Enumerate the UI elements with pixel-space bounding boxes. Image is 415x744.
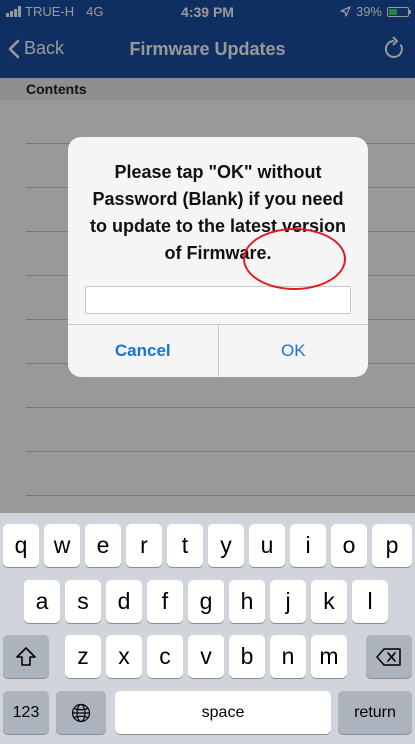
key-k[interactable]: k [311,580,347,623]
key-i[interactable]: i [290,524,326,567]
key-b[interactable]: b [229,635,265,678]
key-o[interactable]: o [331,524,367,567]
key-f[interactable]: f [147,580,183,623]
globe-key[interactable] [56,691,106,734]
key-d[interactable]: d [106,580,142,623]
return-key[interactable]: return [338,691,412,734]
shift-icon [16,646,36,666]
alert-actions: Cancel OK [68,324,368,377]
key-n[interactable]: n [270,635,306,678]
key-r[interactable]: r [126,524,162,567]
shift-key[interactable] [3,635,49,678]
key-x[interactable]: x [106,635,142,678]
key-v[interactable]: v [188,635,224,678]
key-w[interactable]: w [44,524,80,567]
numbers-key[interactable]: 123 [3,691,49,734]
alert-message: Please tap "OK" without Password (Blank)… [89,162,347,263]
key-q[interactable]: q [3,524,39,567]
keyboard: q w e r t y u i o p a s d f g h j k l z … [0,513,415,744]
key-y[interactable]: y [208,524,244,567]
key-t[interactable]: t [167,524,203,567]
key-l[interactable]: l [352,580,388,623]
key-s[interactable]: s [65,580,101,623]
key-a[interactable]: a [24,580,60,623]
key-m[interactable]: m [311,635,347,678]
key-h[interactable]: h [229,580,265,623]
backspace-icon [376,647,401,666]
key-e[interactable]: e [85,524,121,567]
password-input[interactable] [85,286,351,314]
key-z[interactable]: z [65,635,101,678]
globe-icon [71,703,91,722]
key-p[interactable]: p [372,524,412,567]
ok-button[interactable]: OK [219,325,369,377]
key-c[interactable]: c [147,635,183,678]
space-key[interactable]: space [115,691,331,734]
cancel-button[interactable]: Cancel [68,325,219,377]
delete-key[interactable] [366,635,412,678]
password-alert-dialog: Please tap "OK" without Password (Blank)… [68,137,368,377]
key-j[interactable]: j [270,580,306,623]
key-g[interactable]: g [188,580,224,623]
key-u[interactable]: u [249,524,285,567]
